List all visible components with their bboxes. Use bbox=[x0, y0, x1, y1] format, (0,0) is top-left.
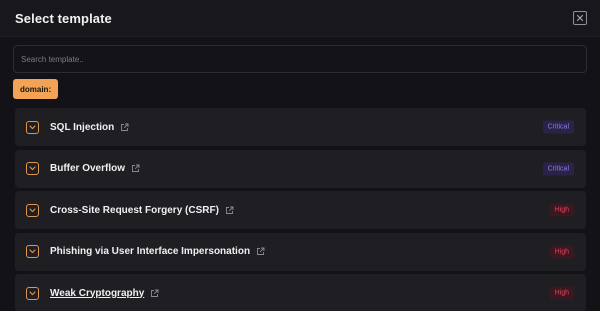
chevron-down-icon bbox=[29, 249, 36, 254]
external-link-icon[interactable] bbox=[256, 247, 265, 256]
expand-toggle[interactable] bbox=[26, 162, 39, 175]
chevron-down-icon bbox=[29, 124, 36, 129]
domain-filter-tag[interactable]: domain: bbox=[13, 79, 59, 99]
template-name: Buffer Overflow bbox=[50, 163, 126, 174]
template-row-buffer-overflow[interactable]: Buffer Overflow Critical bbox=[15, 149, 586, 188]
template-list: SQL Injection Critical Buffer Overflow C… bbox=[15, 108, 586, 311]
severity-badge: High bbox=[549, 286, 574, 300]
select-template-dialog: Select template domain: SQL Injection bbox=[0, 0, 600, 311]
chevron-down-icon bbox=[29, 207, 36, 212]
template-name: SQL Injection bbox=[50, 121, 115, 133]
expand-toggle[interactable] bbox=[26, 120, 39, 134]
search-box bbox=[13, 45, 587, 73]
template-name: Phishing via User Interface Impersonatio… bbox=[50, 246, 251, 257]
external-link-icon[interactable] bbox=[131, 164, 140, 173]
severity-badge: High bbox=[549, 203, 574, 217]
expand-toggle[interactable] bbox=[26, 245, 39, 258]
template-row-phishing-ui-impersonation[interactable]: Phishing via User Interface Impersonatio… bbox=[15, 232, 586, 271]
template-row-sql-injection[interactable]: SQL Injection Critical bbox=[15, 108, 586, 146]
expand-toggle[interactable] bbox=[26, 203, 39, 217]
template-row-weak-cryptography[interactable]: Weak Cryptography High bbox=[15, 274, 586, 311]
external-link-icon[interactable] bbox=[150, 289, 159, 298]
close-icon bbox=[576, 14, 584, 22]
close-button[interactable] bbox=[573, 11, 587, 25]
search-input[interactable] bbox=[14, 46, 586, 72]
external-link-icon[interactable] bbox=[225, 206, 234, 215]
template-name: Cross-Site Request Forgery (CSRF) bbox=[50, 204, 219, 216]
expand-toggle[interactable] bbox=[26, 286, 39, 300]
dialog-title: Select template bbox=[15, 10, 112, 26]
severity-badge: Critical bbox=[542, 120, 574, 134]
external-link-icon[interactable] bbox=[120, 123, 129, 132]
template-row-csrf[interactable]: Cross-Site Request Forgery (CSRF) High bbox=[15, 191, 586, 229]
template-name: Weak Cryptography bbox=[50, 287, 145, 299]
chevron-down-icon bbox=[29, 166, 36, 171]
dialog-header: Select template bbox=[0, 0, 600, 37]
severity-badge: Critical bbox=[542, 162, 574, 175]
chevron-down-icon bbox=[29, 290, 36, 295]
severity-badge: High bbox=[549, 245, 574, 258]
